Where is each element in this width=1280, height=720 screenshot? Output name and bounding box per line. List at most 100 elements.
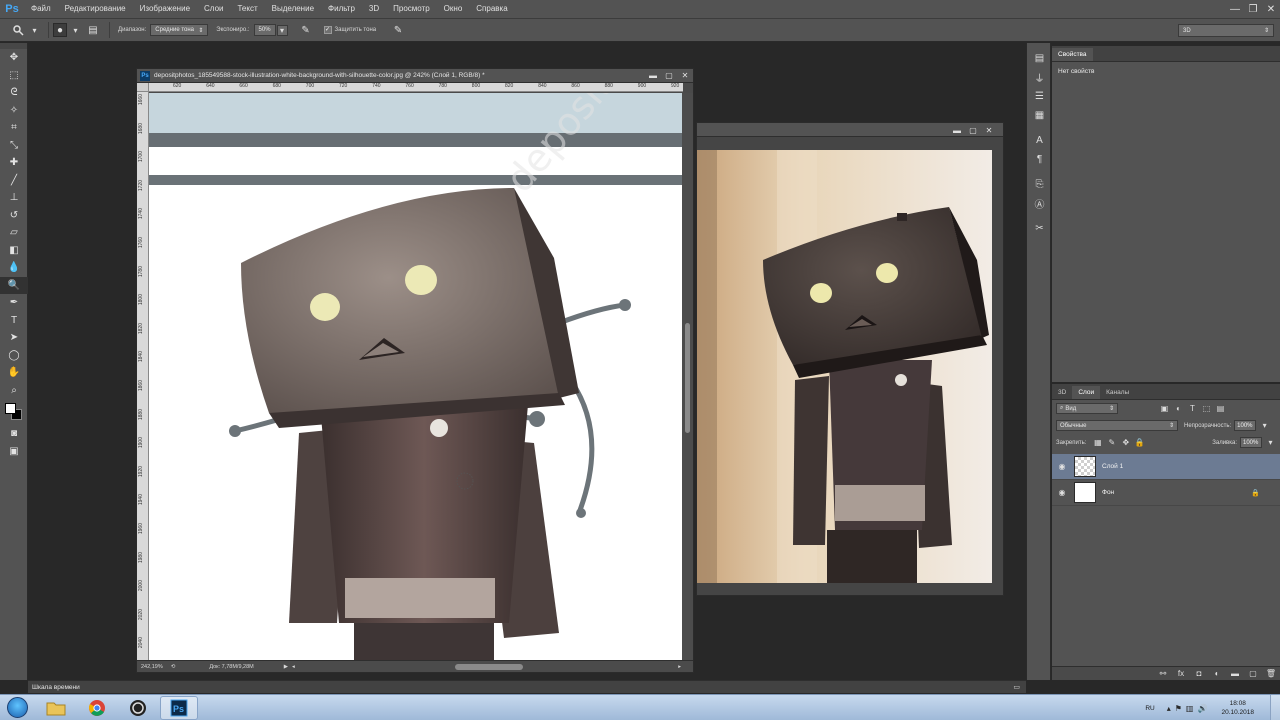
burn-tool-icon[interactable] bbox=[10, 22, 26, 38]
airbrush-icon[interactable]: ✎ bbox=[298, 22, 314, 38]
styles-panel-icon[interactable]: Ⓐ bbox=[1027, 194, 1052, 213]
crop-tool-icon[interactable]: ⌗ bbox=[0, 119, 28, 137]
clone-source-panel-icon[interactable]: ⎘ bbox=[1027, 175, 1052, 194]
new-layer-icon[interactable]: ▢ bbox=[1244, 669, 1262, 678]
lasso-tool-icon[interactable]: ᘓ bbox=[0, 84, 28, 102]
menu-item[interactable]: Выделение bbox=[265, 0, 321, 18]
filter-adjustment-icon[interactable]: ◐ bbox=[1173, 403, 1184, 414]
minimize-icon[interactable]: — bbox=[1226, 0, 1244, 18]
filter-shape-icon[interactable]: ⬚ bbox=[1201, 403, 1212, 414]
layer-row[interactable]: ◉ Слой 1 bbox=[1052, 454, 1280, 480]
gradient-tool-icon[interactable]: ◧ bbox=[0, 242, 28, 260]
quick-mask-icon[interactable]: ◙ bbox=[0, 425, 28, 443]
pressure-icon[interactable]: ✎ bbox=[390, 22, 406, 38]
menu-item[interactable]: Фильтр bbox=[321, 0, 362, 18]
volume-icon[interactable]: 🔊 bbox=[1197, 704, 1207, 713]
brush-panel-icon[interactable]: ▤ bbox=[85, 22, 101, 38]
language-indicator[interactable]: RU bbox=[1145, 705, 1154, 712]
vertical-scrollbar[interactable] bbox=[682, 93, 693, 662]
opacity-input[interactable]: 100% bbox=[1234, 420, 1257, 431]
lock-all-icon[interactable]: 🔒 bbox=[1134, 437, 1145, 448]
workspace-select[interactable]: 3D ⇕ bbox=[1178, 24, 1274, 37]
layer-filter-select[interactable]: ⌕ Вид ⇕ bbox=[1056, 403, 1118, 414]
canvas-main[interactable]: depositphotos bbox=[149, 93, 683, 662]
adjustment-layer-icon[interactable]: ◐ bbox=[1208, 669, 1226, 678]
close-icon[interactable]: ✕ bbox=[1262, 0, 1280, 18]
restore-icon[interactable]: ❐ bbox=[1244, 0, 1262, 18]
taskbar-chrome[interactable] bbox=[78, 696, 116, 720]
menu-item[interactable]: 3D bbox=[362, 0, 386, 18]
stamp-tool-icon[interactable]: ⊥ bbox=[0, 189, 28, 207]
fx-icon[interactable]: fx bbox=[1172, 669, 1190, 678]
menu-item[interactable]: Просмотр bbox=[386, 0, 437, 18]
show-hidden-icon[interactable]: ▴ bbox=[1167, 704, 1171, 713]
tab-properties[interactable]: Свойства bbox=[1052, 48, 1093, 61]
zoom-tool-icon[interactable]: ⌕ bbox=[0, 382, 28, 400]
document-size[interactable]: Док: 7,78M/9,28M bbox=[209, 664, 253, 670]
trash-icon[interactable]: 🗑 bbox=[1262, 669, 1280, 678]
show-desktop-button[interactable] bbox=[1270, 695, 1280, 720]
scroll-left-icon[interactable]: ◂ bbox=[292, 664, 295, 670]
type-tool-icon[interactable]: T bbox=[0, 312, 28, 330]
horizontal-scroll-thumb[interactable] bbox=[455, 664, 523, 670]
vertical-scroll-thumb[interactable] bbox=[685, 323, 690, 433]
healing-tool-icon[interactable]: ✚ bbox=[0, 154, 28, 172]
lock-transparency-icon[interactable]: ▦ bbox=[1092, 437, 1103, 448]
protect-tones-checkbox[interactable]: ✓ bbox=[323, 26, 332, 34]
menu-item[interactable]: Текст bbox=[230, 0, 264, 18]
chevron-down-icon[interactable]: ▾ bbox=[1265, 437, 1276, 448]
minimize-icon[interactable]: ▬ bbox=[645, 69, 661, 83]
maximize-icon[interactable]: ▢ bbox=[661, 69, 677, 83]
scroll-right-icon[interactable]: ▸ bbox=[678, 664, 681, 670]
taskbar-obs[interactable] bbox=[119, 696, 157, 720]
panel-menu-icon[interactable]: ▭ bbox=[1013, 683, 1020, 691]
chevron-down-icon[interactable]: ▾ bbox=[276, 24, 288, 36]
range-select[interactable]: Средние тона ⇕ bbox=[150, 24, 209, 36]
layer-name[interactable]: Фон bbox=[1102, 489, 1114, 496]
fill-input[interactable]: 100% bbox=[1240, 437, 1262, 448]
zoom-level[interactable]: 242,19% bbox=[141, 664, 163, 670]
hand-tool-icon[interactable]: ✋ bbox=[0, 364, 28, 382]
start-button[interactable] bbox=[0, 695, 34, 720]
tab-3d[interactable]: 3D bbox=[1052, 386, 1072, 399]
history-brush-tool-icon[interactable]: ↺ bbox=[0, 207, 28, 225]
exposure-input[interactable]: 50% bbox=[253, 24, 276, 36]
close-icon[interactable]: ✕ bbox=[677, 69, 693, 83]
eyedropper-tool-icon[interactable]: ⤡ bbox=[0, 137, 28, 155]
vertical-ruler[interactable]: 1660 1680 1700 1720 1740 1760 1780 1800 1820 1840… bbox=[137, 92, 149, 662]
screen-mode-icon[interactable]: ▣ bbox=[0, 443, 28, 461]
chevron-down-icon[interactable]: ▾ bbox=[29, 25, 40, 36]
zoom-icon[interactable]: ⟲ bbox=[171, 664, 176, 670]
history-panel-icon[interactable]: ▤ bbox=[1027, 49, 1052, 68]
adjustments-panel-icon[interactable]: ☰ bbox=[1027, 87, 1052, 106]
filter-pixel-icon[interactable]: ▣ bbox=[1159, 403, 1170, 414]
move-tool-icon[interactable]: ✥ bbox=[0, 49, 28, 67]
maximize-icon[interactable]: ▢ bbox=[965, 123, 981, 137]
marquee-tool-icon[interactable]: ⬚ bbox=[0, 67, 28, 85]
character-panel-icon[interactable]: A bbox=[1027, 131, 1052, 150]
lock-pixels-icon[interactable]: ✎ bbox=[1106, 437, 1117, 448]
brush-size-icon[interactable]: ● bbox=[53, 23, 67, 37]
tool-presets-panel-icon[interactable]: ✂ bbox=[1027, 219, 1052, 238]
flag-icon[interactable]: ⚑ bbox=[1175, 704, 1182, 713]
tab-channels[interactable]: Каналы bbox=[1100, 386, 1135, 399]
blur-tool-icon[interactable]: 💧 bbox=[0, 259, 28, 277]
menu-item[interactable]: Редактирование bbox=[58, 0, 133, 18]
clock[interactable]: 18:08 20.10.2018 bbox=[1221, 699, 1254, 717]
swatches-panel-icon[interactable]: ▦ bbox=[1027, 106, 1052, 125]
brush-tool-icon[interactable]: ╱ bbox=[0, 172, 28, 190]
eraser-tool-icon[interactable]: ▱ bbox=[0, 224, 28, 242]
menu-item[interactable]: Файл bbox=[24, 0, 58, 18]
path-selection-tool-icon[interactable]: ➤ bbox=[0, 329, 28, 347]
menu-item[interactable]: Слои bbox=[197, 0, 230, 18]
taskbar-photoshop[interactable]: Ps bbox=[160, 695, 198, 720]
lock-position-icon[interactable]: ✥ bbox=[1120, 437, 1131, 448]
link-icon[interactable]: ⚯ bbox=[1154, 669, 1172, 678]
chevron-down-icon[interactable]: ▾ bbox=[70, 25, 81, 36]
folder-icon[interactable]: ▬ bbox=[1226, 669, 1244, 678]
play-icon[interactable]: ▶ bbox=[284, 664, 288, 670]
horizontal-ruler[interactable]: 620 640 660 680 700 720 740 760 780 800 820 840 860 8… bbox=[149, 83, 683, 92]
shape-tool-icon[interactable]: ◯ bbox=[0, 347, 28, 365]
menu-item[interactable]: Изображение bbox=[133, 0, 197, 18]
taskbar-explorer[interactable] bbox=[37, 696, 75, 720]
